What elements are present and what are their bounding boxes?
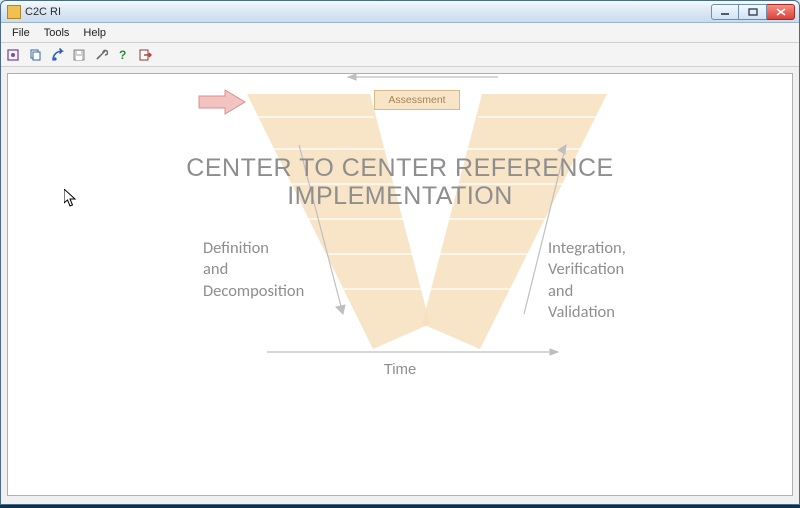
left-phase-label: Definition and Decomposition [203, 238, 323, 302]
menu-tools[interactable]: Tools [37, 25, 77, 41]
menubar: File Tools Help [1, 23, 799, 43]
window-controls [711, 4, 795, 20]
content-area: Assessment CENTER TO CENTER REFERENCE IM… [1, 67, 799, 504]
menu-help[interactable]: Help [76, 25, 113, 41]
current-phase-arrow-icon [197, 88, 249, 118]
help-icon[interactable]: ? [115, 47, 131, 63]
run-icon[interactable] [49, 47, 65, 63]
assessment-box: Assessment [374, 90, 460, 110]
tools-icon[interactable] [93, 47, 109, 63]
window-title: C2C RI [25, 6, 711, 18]
exit-icon[interactable] [137, 47, 153, 63]
close-button[interactable] [767, 4, 795, 20]
main-title-line1: CENTER TO CENTER REFERENCE [8, 154, 792, 183]
assessment-label: Assessment [388, 94, 445, 106]
time-axis-label: Time [8, 361, 792, 378]
svg-text:?: ? [119, 48, 126, 62]
titlebar[interactable]: C2C RI [1, 1, 799, 23]
app-window: C2C RI File Tools Help [0, 0, 800, 505]
mouse-cursor-icon [64, 189, 78, 209]
right-phase-label: Integration, Verification and Validation [548, 238, 668, 324]
save-icon[interactable] [71, 47, 87, 63]
menu-file[interactable]: File [5, 25, 37, 41]
top-arrow-icon [338, 73, 508, 82]
new-config-icon[interactable] [5, 47, 21, 63]
minimize-button[interactable] [711, 4, 739, 20]
canvas: Assessment CENTER TO CENTER REFERENCE IM… [7, 73, 793, 496]
copy-icon[interactable] [27, 47, 43, 63]
toolbar: ? [1, 43, 799, 67]
main-title-line2: IMPLEMENTATION [8, 182, 792, 211]
time-arrow-icon [263, 347, 568, 357]
maximize-button[interactable] [739, 4, 767, 20]
app-icon [7, 5, 21, 19]
